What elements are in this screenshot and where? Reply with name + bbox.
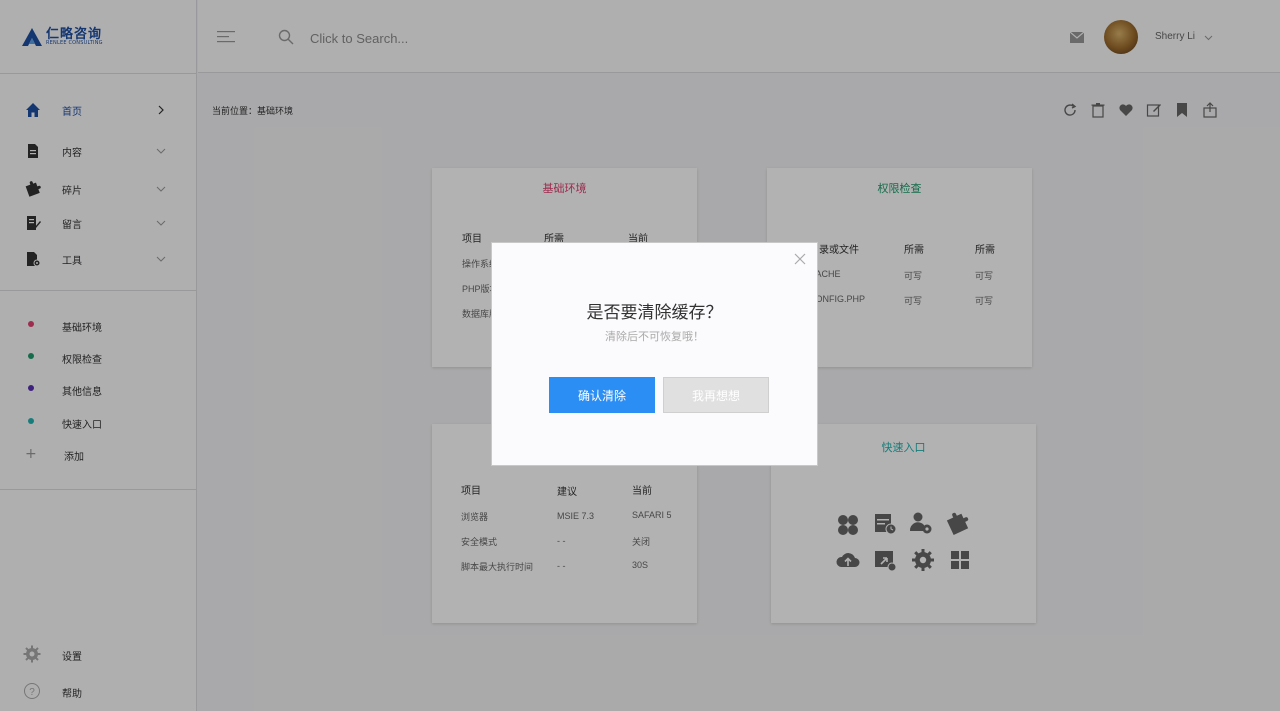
cancel-button[interactable]: 我再想想 <box>663 377 769 413</box>
close-icon[interactable] <box>793 252 807 266</box>
dialog-title: 是否要清除缓存？ <box>586 303 723 323</box>
confirm-clear-button[interactable]: 确认清除 <box>549 377 655 413</box>
clear-cache-dialog: 是否要清除缓存？ 清除后不可恢复哦！ 确认清除 我再想想 <box>491 242 818 466</box>
dialog-subtitle: 清除后不可恢复哦！ <box>605 330 704 343</box>
